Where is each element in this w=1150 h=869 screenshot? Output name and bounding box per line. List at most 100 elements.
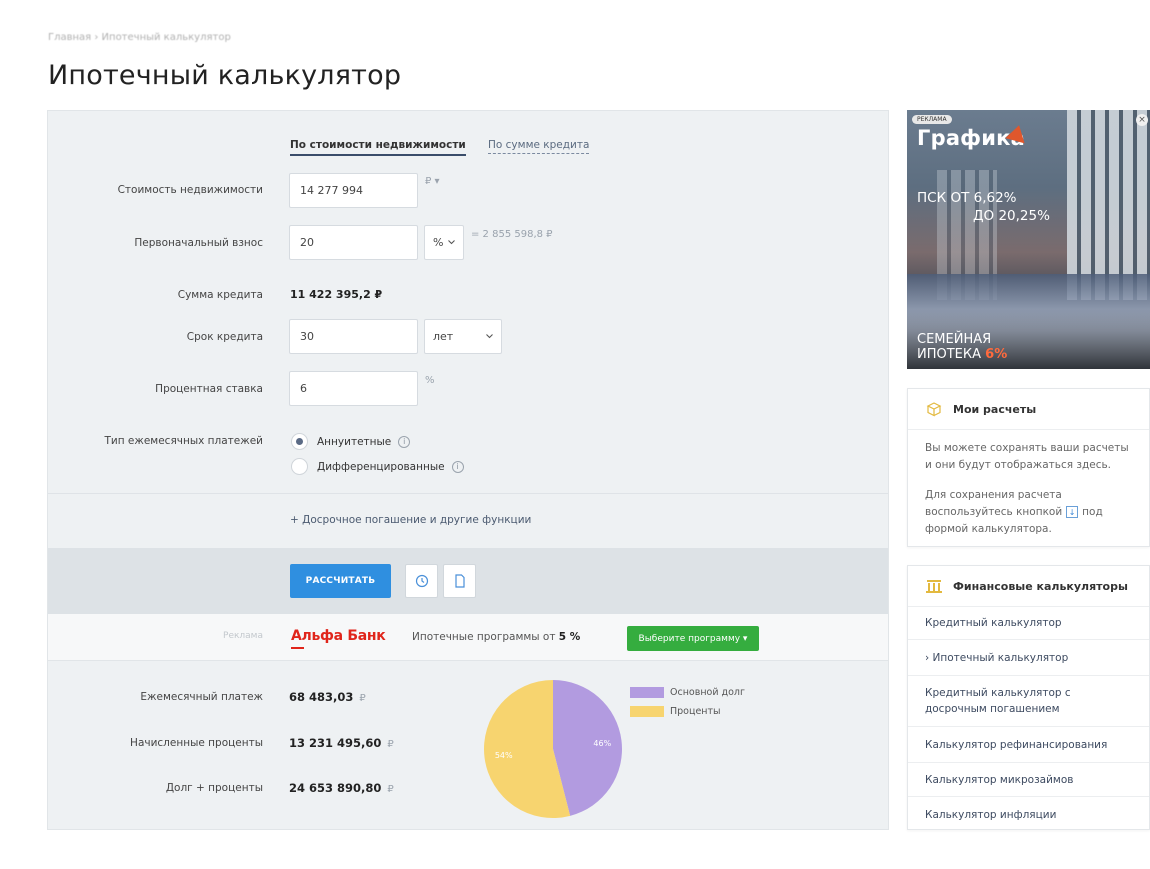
- history-button[interactable]: [405, 564, 438, 598]
- banner-promo-line2-wrap: ИПОТЕКА 6%: [917, 347, 1007, 362]
- accrued-interest-value: 13 231 495,60 ₽: [289, 736, 394, 750]
- action-bar: РАССЧИТАТЬ: [48, 548, 888, 614]
- radio-annuity-control[interactable]: [291, 433, 308, 450]
- accrued-interest-amount: 13 231 495,60: [289, 736, 382, 750]
- term-input[interactable]: 30: [289, 319, 418, 354]
- monthly-payment-amount: 68 483,03: [289, 690, 354, 704]
- pie-label: 54%: [495, 751, 513, 760]
- my-calculations-header: Мои расчеты: [908, 389, 1149, 430]
- bank-icon: [926, 580, 942, 593]
- property-cost-input[interactable]: 14 277 994: [289, 173, 418, 208]
- total-label: Долг + проценты: [165, 782, 263, 794]
- currency-unit: ₽: [387, 784, 394, 795]
- box-icon: [926, 402, 942, 417]
- close-icon[interactable]: ×: [1136, 114, 1148, 126]
- rate-label: Процентная ставка: [155, 383, 263, 395]
- hint-text-before: Для сохранения расчета воспользуйтесь кн…: [925, 489, 1063, 518]
- currency-unit: ₽: [387, 739, 394, 750]
- calc-link-refinancing[interactable]: Калькулятор рефинансирования: [908, 727, 1149, 763]
- divider: [48, 493, 888, 494]
- chevron-down-icon: [448, 240, 455, 245]
- ad-label: Реклама: [223, 631, 263, 641]
- calc-link-early-repayment[interactable]: Кредитный калькулятор с досрочным погаше…: [908, 676, 1149, 727]
- banner-rate-line2: ДО 20,25%: [973, 208, 1050, 224]
- pie-label: 46%: [593, 739, 611, 748]
- radio-differentiated-label: Дифференцированные: [317, 460, 445, 473]
- down-payment-label: Первоначальный взнос: [134, 237, 263, 249]
- page-title: Ипотечный калькулятор: [48, 60, 402, 91]
- document-icon: [454, 574, 465, 588]
- tab-by-loan-sum[interactable]: По сумме кредита: [488, 139, 590, 154]
- financial-calculators-panel: Финансовые калькуляторы Кредитный кальку…: [907, 565, 1150, 830]
- calc-link-microloans[interactable]: Калькулятор микрозаймов: [908, 763, 1149, 797]
- my-calculations-hint: Для сохранения расчета воспользуйтесь кн…: [925, 487, 1132, 538]
- breadcrumb[interactable]: Главная › Ипотечный калькулятор: [48, 32, 231, 43]
- banner-rate-line1: ПСК ОТ 6,62%: [917, 190, 1017, 206]
- ad-text: Ипотечные программы от 5 %: [412, 631, 580, 643]
- term-value: 30: [300, 330, 314, 343]
- early-repayment-link[interactable]: + Досрочное погашение и другие функции: [290, 514, 531, 526]
- ad-text-prefix: Ипотечные программы от: [412, 631, 559, 643]
- down-payment-value: 20: [300, 236, 314, 249]
- financial-calculators-header: Финансовые калькуляторы: [908, 566, 1149, 607]
- ad-rate: 5 %: [558, 631, 581, 643]
- legend-item-interest: Проценты: [630, 706, 745, 717]
- down-payment-unit-select[interactable]: %: [424, 225, 464, 260]
- chevron-down-icon: [486, 334, 493, 339]
- ad-banner[interactable]: РЕКЛАМА Графика ПСК ОТ 6,62% ДО 20,25% С…: [907, 110, 1150, 369]
- term-unit-select[interactable]: лет: [424, 319, 502, 354]
- calc-link-mortgage[interactable]: › Ипотечный калькулятор: [908, 640, 1149, 676]
- calculator-panel: По стоимости недвижимости По сумме креди…: [47, 110, 889, 830]
- ad-tag: РЕКЛАМА: [912, 115, 952, 124]
- my-calculations-body: Вы можете сохранять ваши расчеты и они б…: [908, 430, 1149, 561]
- total-amount: 24 653 890,80: [289, 781, 382, 795]
- down-payment-equals: = 2 855 598,8 ₽: [471, 229, 553, 240]
- term-label: Срок кредита: [186, 331, 263, 343]
- currency-selector[interactable]: ₽ ▾: [425, 176, 440, 187]
- total-value: 24 653 890,80 ₽: [289, 781, 394, 795]
- banner-promo-line2: ИПОТЕКА: [917, 347, 986, 362]
- banner-promo-accent: 6%: [985, 347, 1008, 362]
- chart-legend: Основной долг Проценты: [630, 687, 745, 725]
- property-cost-label: Стоимость недвижимости: [117, 184, 263, 196]
- alfa-bank-logo[interactable]: Альфа Банк: [291, 628, 386, 644]
- calculate-button[interactable]: РАССЧИТАТЬ: [290, 564, 391, 598]
- radio-annuity-label: Аннуитетные: [317, 435, 392, 448]
- calc-link-credit[interactable]: Кредитный калькулятор: [908, 607, 1149, 640]
- rate-input[interactable]: 6: [289, 371, 418, 406]
- my-calculations-panel: Мои расчеты Вы можете сохранять ваши рас…: [907, 388, 1150, 547]
- legend-label: Проценты: [670, 706, 721, 717]
- loan-sum-label: Сумма кредита: [177, 289, 263, 301]
- financial-calculators-title: Финансовые калькуляторы: [953, 579, 1128, 593]
- legend-label: Основной долг: [670, 687, 745, 698]
- property-cost-value: 14 277 994: [300, 184, 363, 197]
- payment-pie-chart: 46% 54%: [484, 680, 623, 818]
- banner-promo: СЕМЕЙНАЯ ИПОТЕКА 6%: [917, 332, 1007, 362]
- monthly-payment-value: 68 483,03 ₽: [289, 690, 366, 704]
- currency-unit: ₽: [359, 693, 366, 704]
- monthly-payment-label: Ежемесячный платеж: [140, 691, 263, 703]
- loan-sum-value: 11 422 395,2 ₽: [290, 288, 383, 301]
- accrued-interest-label: Начисленные проценты: [130, 737, 263, 749]
- down-payment-input[interactable]: 20: [289, 225, 418, 260]
- legend-item-principal: Основной долг: [630, 687, 745, 698]
- rate-unit: %: [425, 375, 435, 386]
- legend-swatch: [630, 687, 664, 698]
- radio-differentiated-control[interactable]: [291, 458, 308, 475]
- payment-type-label: Тип ежемесячных платежей: [104, 435, 263, 447]
- clock-icon: [415, 574, 428, 588]
- legend-swatch: [630, 706, 664, 717]
- save-calculation-button[interactable]: [443, 564, 476, 598]
- calc-link-inflation[interactable]: Калькулятор инфляции: [908, 797, 1149, 829]
- radio-annuity[interactable]: Аннуитетные i: [291, 433, 411, 450]
- save-icon: ↓: [1066, 506, 1079, 518]
- my-calculations-text: Вы можете сохранять ваши расчеты и они б…: [925, 442, 1129, 471]
- my-calculations-title: Мои расчеты: [953, 402, 1037, 416]
- info-icon[interactable]: i: [451, 460, 464, 473]
- choose-program-button[interactable]: Выберите программу ▾: [627, 626, 759, 651]
- alfa-logo-underline: [291, 647, 304, 649]
- info-icon[interactable]: i: [398, 435, 411, 448]
- radio-differentiated[interactable]: Дифференцированные i: [291, 458, 464, 475]
- tab-by-property-cost[interactable]: По стоимости недвижимости: [290, 139, 466, 156]
- down-payment-unit: %: [433, 236, 444, 249]
